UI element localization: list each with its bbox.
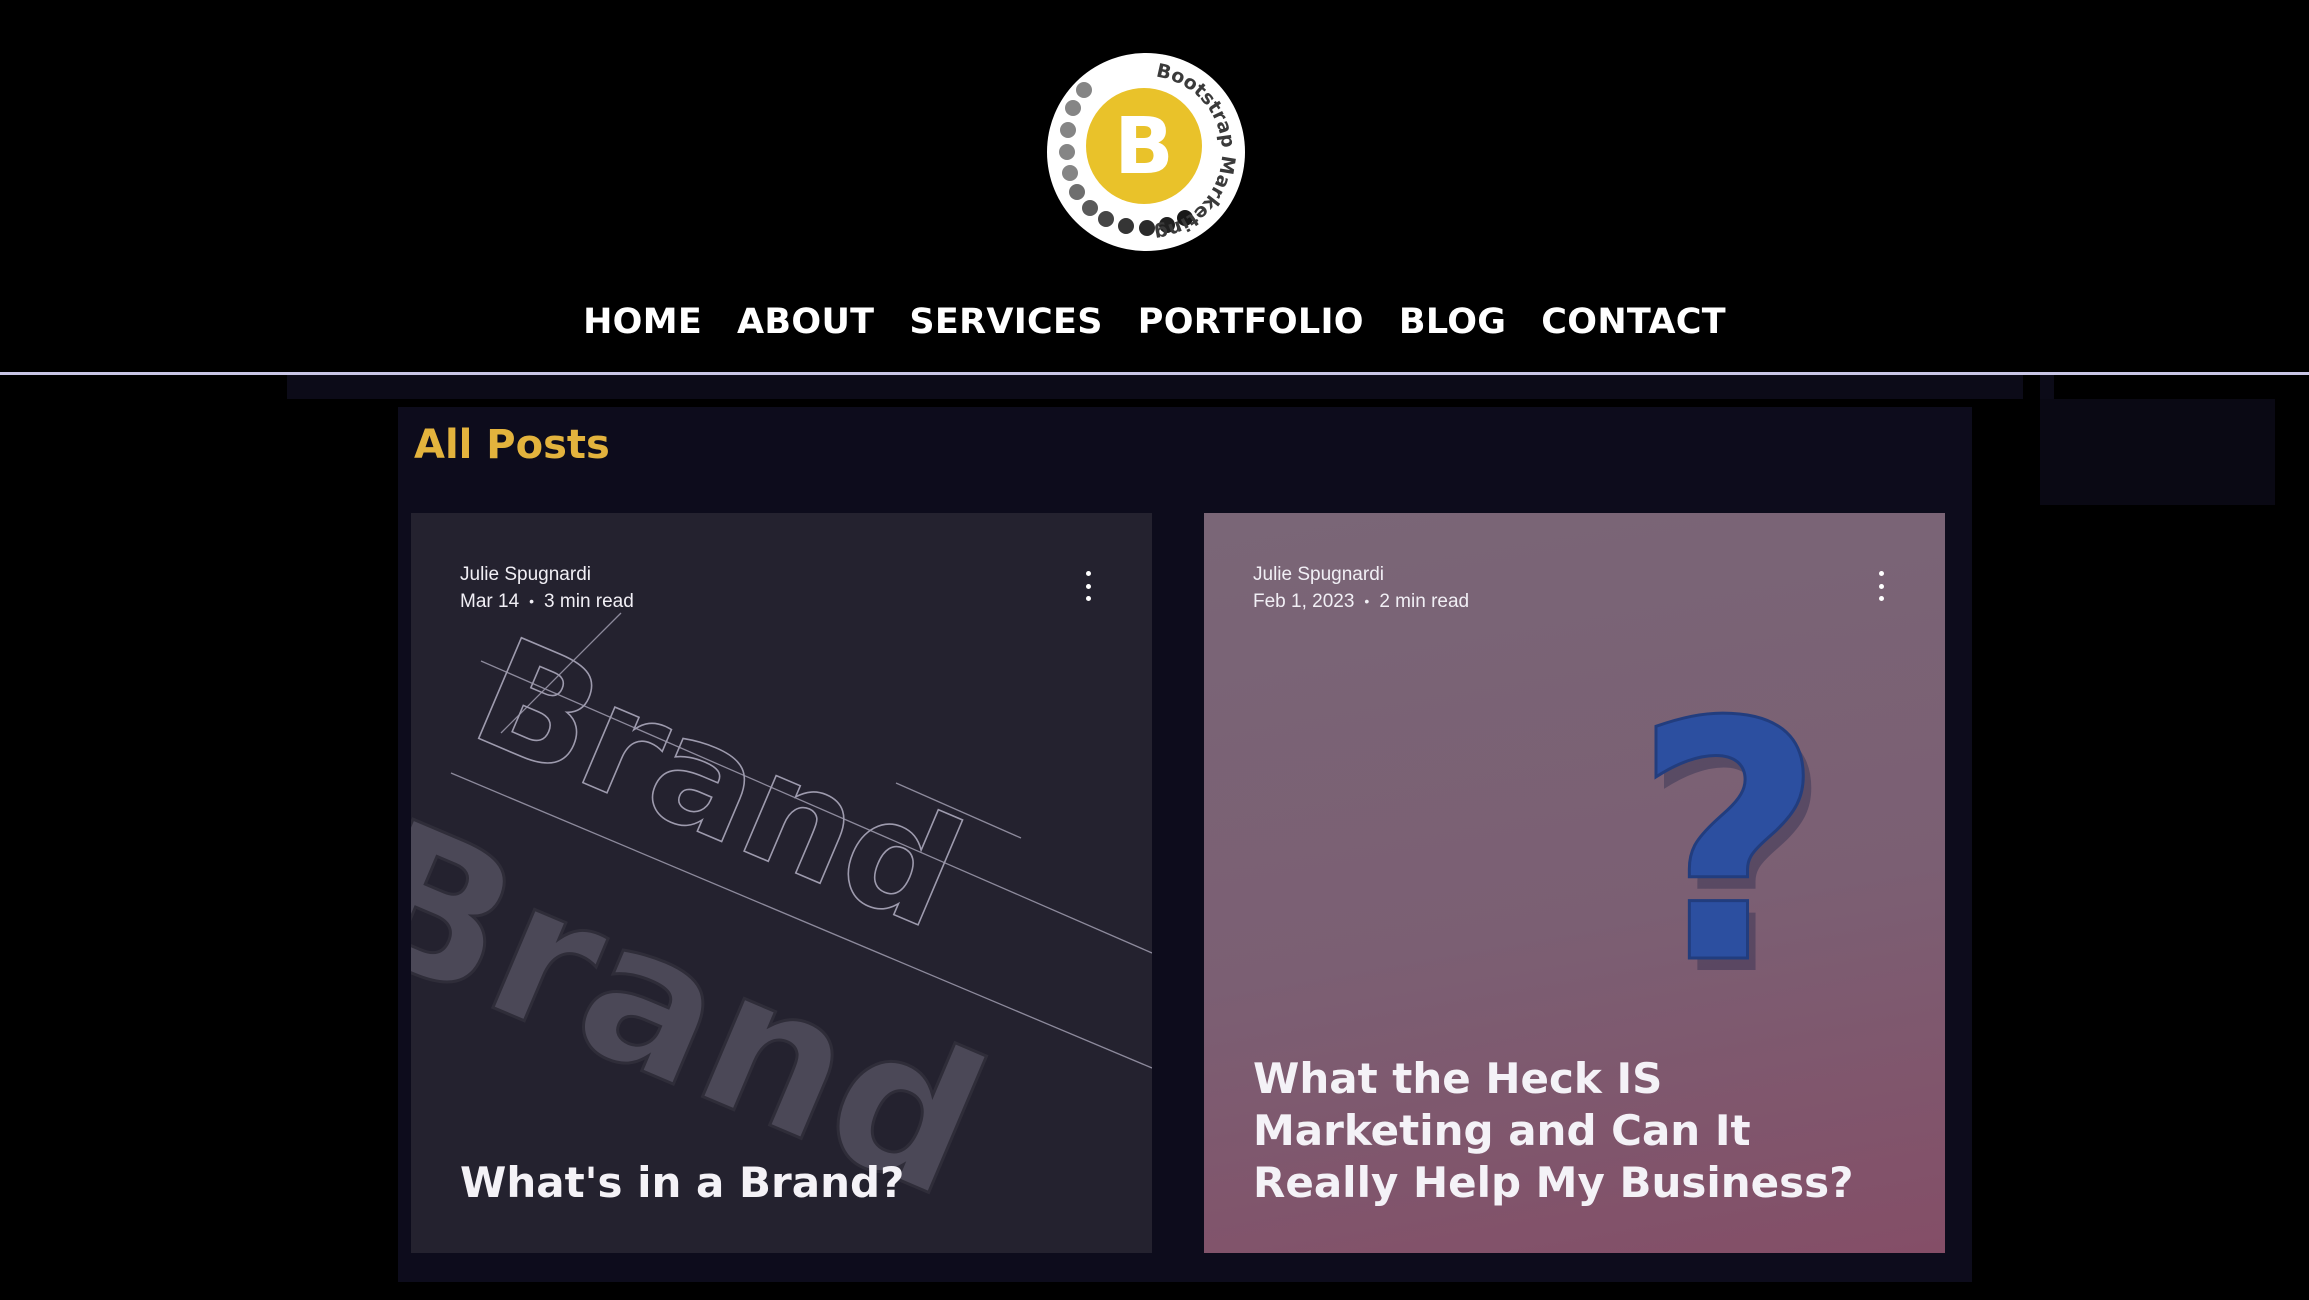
main-nav: HOME ABOUT SERVICES PORTFOLIO BLOG CONTA… xyxy=(0,296,2309,348)
post-title[interactable]: What's in a Brand? xyxy=(460,1157,1100,1209)
background-strip xyxy=(287,375,2023,399)
nav-about[interactable]: ABOUT xyxy=(737,296,874,348)
meta-separator: • xyxy=(1364,593,1370,609)
post-date: Mar 14 xyxy=(460,591,520,612)
post-read-time: 2 min read xyxy=(1379,591,1470,612)
post-meta: Julie Spugnardi Feb 1, 2023 • 2 min read xyxy=(1253,561,1469,615)
blog-feed: All Posts Brand Brand Julie Spugnardi Ma… xyxy=(398,407,1972,1282)
post-author[interactable]: Julie Spugnardi xyxy=(460,561,634,588)
background-strip xyxy=(2054,399,2275,505)
post-title[interactable]: What the Heck IS Marketing and Can It Re… xyxy=(1253,1053,1893,1209)
post-card-marketing[interactable]: ? ? Julie Spugnardi Feb 1, 2023 • 2 min … xyxy=(1204,513,1945,1253)
all-posts-title[interactable]: All Posts xyxy=(414,415,610,475)
post-author[interactable]: Julie Spugnardi xyxy=(1253,561,1469,588)
nav-blog[interactable]: BLOG xyxy=(1399,296,1506,348)
question-mark-symbol: ? xyxy=(1633,652,1824,1036)
background-strip xyxy=(2040,399,2054,505)
meta-separator: • xyxy=(529,593,535,609)
bootstrap-marketing-logo[interactable]: B Bootstrap Marketing xyxy=(1046,52,1246,252)
nav-home[interactable]: HOME xyxy=(583,296,702,348)
more-vertical-icon[interactable] xyxy=(1871,571,1891,601)
post-card-brand[interactable]: Brand Brand Julie Spugnardi Mar 14 • 3 m… xyxy=(411,513,1152,1253)
logo-letter: B xyxy=(1114,102,1173,192)
nav-contact[interactable]: CONTACT xyxy=(1541,296,1726,348)
post-date: Feb 1, 2023 xyxy=(1253,591,1355,612)
brand-letters-image: Brand Brand xyxy=(411,605,1152,1243)
background-strip xyxy=(2040,375,2054,399)
nav-services[interactable]: SERVICES xyxy=(909,296,1102,348)
post-read-time: 3 min read xyxy=(544,591,634,612)
post-meta: Julie Spugnardi Mar 14 • 3 min read xyxy=(460,561,634,615)
nav-portfolio[interactable]: PORTFOLIO xyxy=(1138,296,1364,348)
more-vertical-icon[interactable] xyxy=(1078,571,1098,601)
